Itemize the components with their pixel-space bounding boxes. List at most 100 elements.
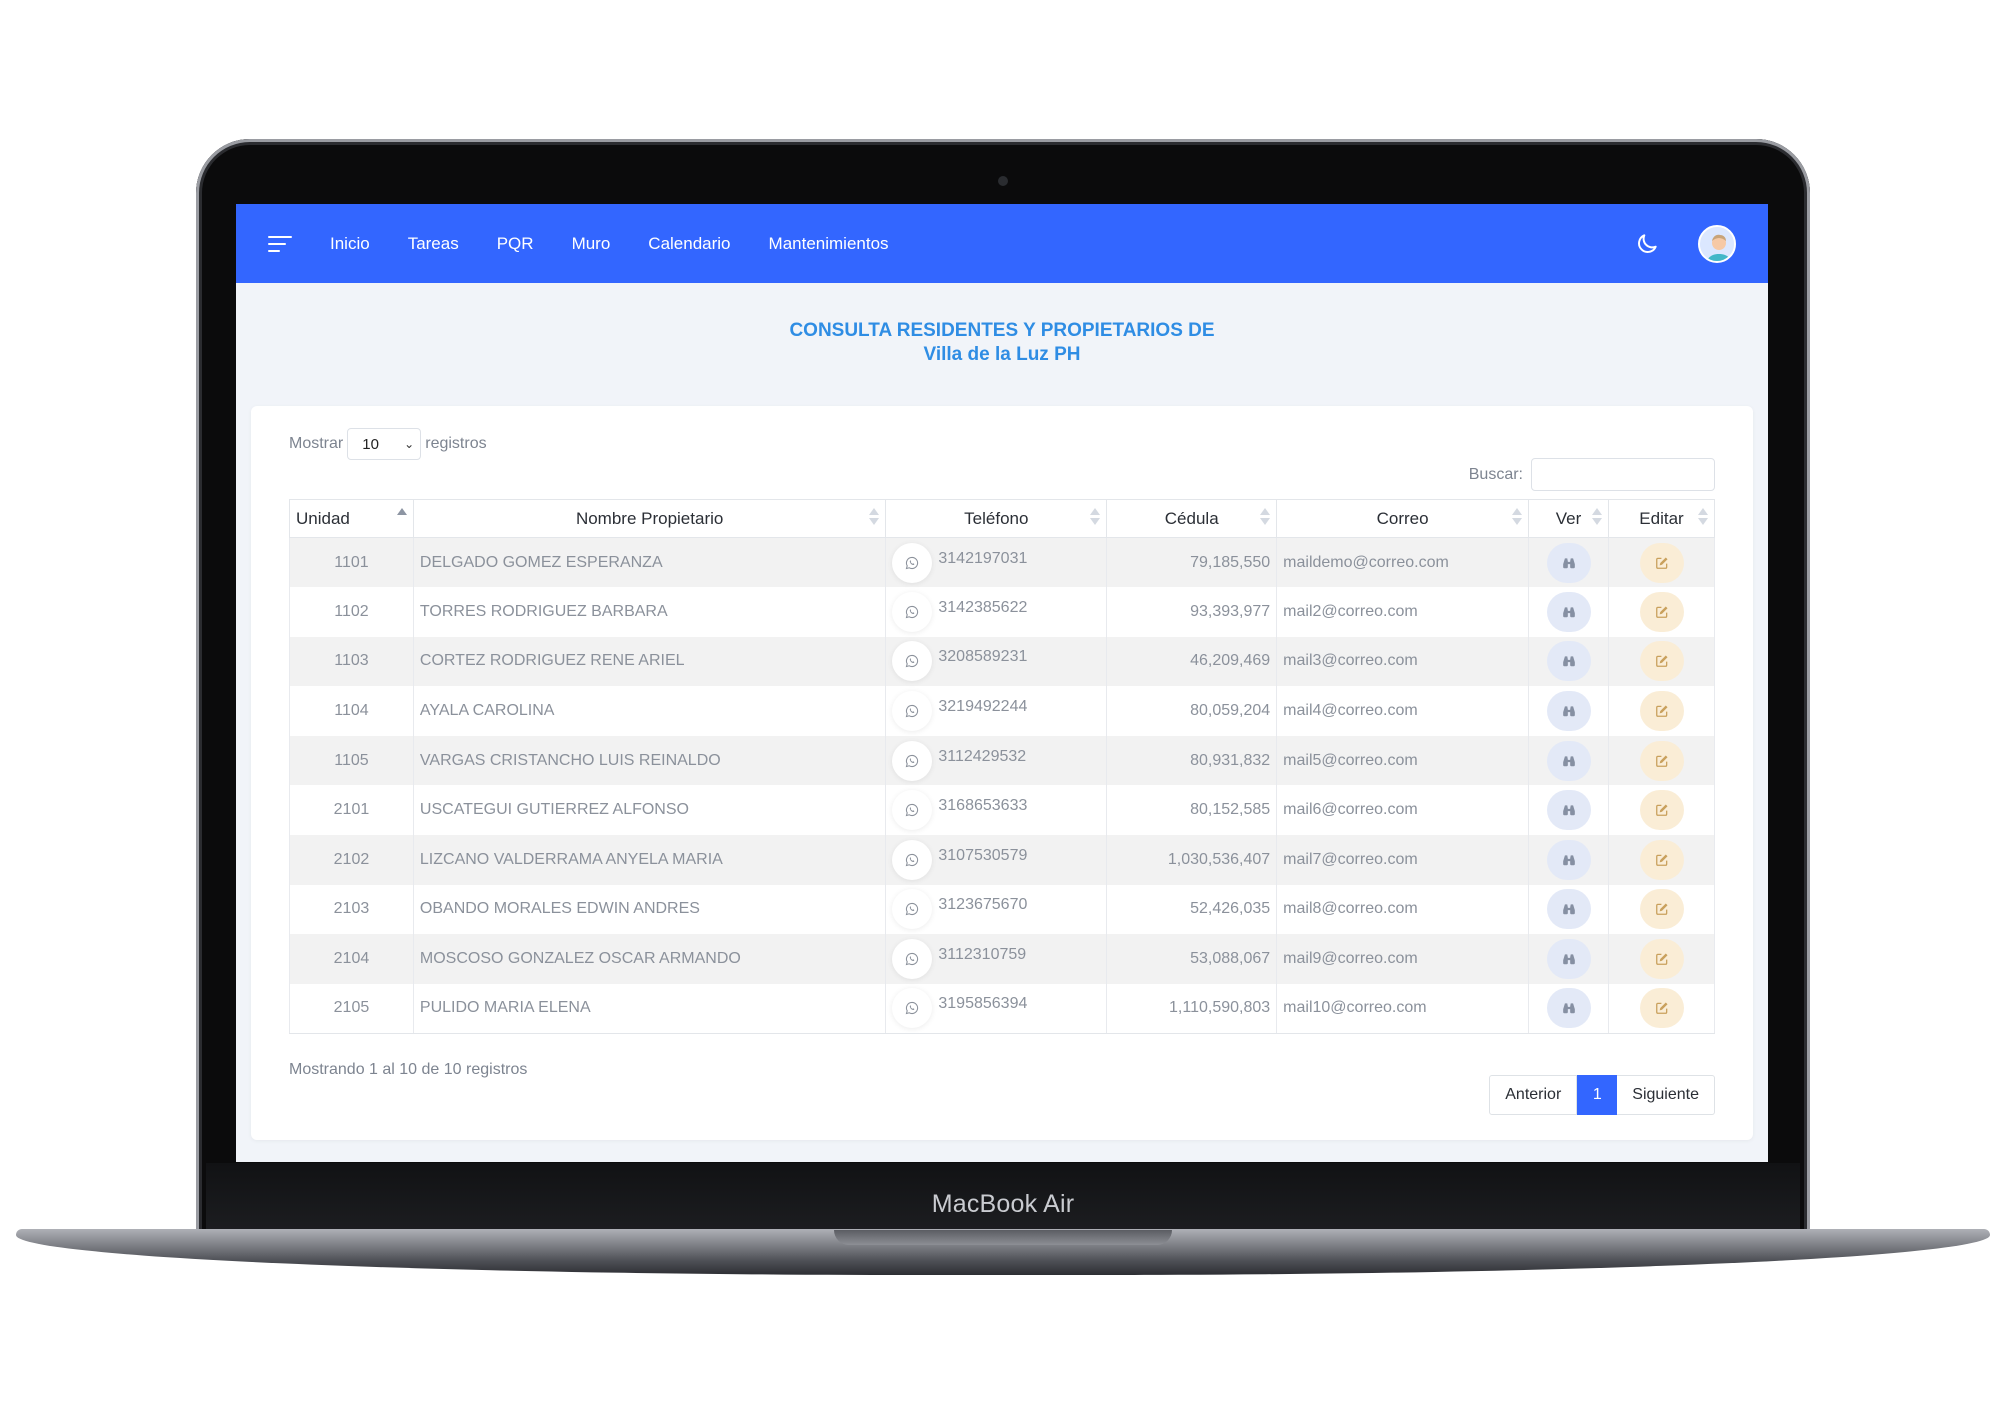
view-button[interactable] [1546,641,1591,682]
cell-ver [1528,537,1610,588]
nav-link-tareas[interactable]: Tareas [408,234,459,254]
cell-unidad: 2102 [289,835,414,885]
view-button[interactable] [1546,542,1591,583]
correo-value: mail9@correo.com [1283,950,1418,968]
whatsapp-button[interactable] [892,889,933,930]
cell-ver [1528,835,1610,885]
edit-button[interactable] [1639,740,1684,781]
edit-button[interactable] [1639,542,1684,583]
binoculars-icon [1562,855,1575,866]
nav-link-muro[interactable]: Muro [572,234,611,254]
cell-nombre: PULIDO MARIA ELENA [412,983,887,1034]
column-header-unidad[interactable]: Unidad [289,499,414,538]
cell-telefono: 3142197031 [885,537,1108,588]
column-header-editar[interactable]: Editar [1608,499,1715,538]
page-length-value: 10 [362,435,379,453]
column-header-label: Correo [1376,508,1429,528]
next-page-button[interactable]: Siguiente [1617,1075,1715,1115]
nav-link-mantenimientos[interactable]: Mantenimientos [769,234,889,254]
correo-value: mail7@correo.com [1283,850,1418,868]
telefono-value: 3195856394 [938,995,1028,1013]
edit-button[interactable] [1639,591,1684,632]
cell-nombre: CORTEZ RODRIGUEZ RENE ARIEL [412,636,887,687]
column-header-telefono[interactable]: Teléfono [885,499,1108,538]
menu-toggle-icon[interactable] [268,235,294,252]
whatsapp-button[interactable] [892,740,933,781]
table-row: 2103 OBANDO MORALES EDWIN ANDRES 3123675… [289,884,1715,935]
cedula-value: 93,393,977 [1190,602,1271,620]
pagination: Anterior 1 Siguiente [1489,1075,1715,1115]
cell-ver [1528,686,1610,736]
user-avatar[interactable] [1698,224,1736,263]
cell-cedula: 93,393,977 [1106,587,1278,637]
previous-page-button[interactable]: Anterior [1489,1075,1578,1115]
binoculars-icon [1562,656,1575,667]
whatsapp-button[interactable] [892,839,933,880]
edit-button[interactable] [1639,641,1684,682]
cell-editar [1608,835,1715,885]
unidad-value: 1102 [334,602,369,620]
whatsapp-icon [906,605,919,619]
whatsapp-button[interactable] [892,790,933,831]
table-row: 1105 VARGAS CRISTANCHO LUIS REINALDO 311… [289,735,1715,786]
page-length-select[interactable]: 10 ⌄ [347,428,422,460]
whatsapp-button[interactable] [892,641,933,682]
cell-cedula: 1,110,590,803 [1106,983,1278,1034]
nav-link-pqr[interactable]: PQR [497,234,534,254]
view-button[interactable] [1546,988,1591,1029]
telefono-value: 3168653633 [938,797,1028,815]
sort-icon [869,508,880,528]
whatsapp-button[interactable] [892,691,933,732]
binoculars-icon [1562,954,1575,965]
edit-button[interactable] [1639,939,1684,980]
correo-value: mail2@correo.com [1283,602,1418,620]
view-button[interactable] [1546,839,1591,880]
sort-icon [1090,508,1101,528]
cell-unidad: 1103 [289,636,414,687]
view-button[interactable] [1546,691,1591,732]
column-header-cedula[interactable]: Cédula [1106,499,1278,538]
column-header-ver[interactable]: Ver [1528,499,1610,538]
nav-link-inicio[interactable]: Inicio [330,234,370,254]
whatsapp-button[interactable] [892,939,933,980]
edit-icon [1655,755,1668,767]
nav-link-calendario[interactable]: Calendario [648,234,730,254]
table-row: 2104 MOSCOSO GONZALEZ OSCAR ARMANDO 3112… [289,934,1715,984]
edit-button[interactable] [1639,889,1684,930]
view-button[interactable] [1546,740,1591,781]
table-card: Mostrar 10 ⌄ registros Buscar: Unidad No… [251,406,1753,1140]
cell-unidad: 2101 [289,785,414,836]
view-button[interactable] [1546,591,1591,632]
view-button[interactable] [1546,889,1591,930]
view-button[interactable] [1546,790,1591,831]
cell-editar [1608,934,1715,984]
search-label: Buscar: [1468,465,1523,483]
whatsapp-icon [906,853,919,867]
whatsapp-button[interactable] [892,591,933,632]
edit-button[interactable] [1639,790,1684,831]
laptop-brand-label: MacBook Air [931,1190,1075,1218]
binoculars-icon [1562,756,1575,766]
unidad-value: 2101 [333,801,370,819]
table-row: 1102 TORRES RODRIGUEZ BARBARA 3142385622… [289,587,1715,637]
moon-icon[interactable] [1634,231,1660,257]
table-info: Mostrando 1 al 10 de 10 registros [289,1061,528,1078]
view-button[interactable] [1546,939,1591,980]
edit-button[interactable] [1639,988,1684,1029]
whatsapp-button[interactable] [892,988,933,1029]
search-input[interactable] [1531,458,1715,491]
cedula-value: 1,030,536,407 [1167,850,1271,868]
column-header-label: Teléfono [964,508,1029,528]
column-header-nombre[interactable]: Nombre Propietario [412,499,887,538]
cell-telefono: 3107530579 [885,835,1108,885]
cell-ver [1528,884,1610,935]
page-title-line2: Villa de la Luz PH [923,344,1081,365]
binoculars-icon [1562,557,1575,568]
page-button-current[interactable]: 1 [1577,1075,1618,1115]
cell-unidad: 1104 [289,686,414,736]
cell-cedula: 79,185,550 [1106,537,1278,588]
whatsapp-button[interactable] [892,542,933,583]
edit-button[interactable] [1639,839,1684,880]
edit-button[interactable] [1639,691,1684,732]
column-header-correo[interactable]: Correo [1276,499,1530,538]
